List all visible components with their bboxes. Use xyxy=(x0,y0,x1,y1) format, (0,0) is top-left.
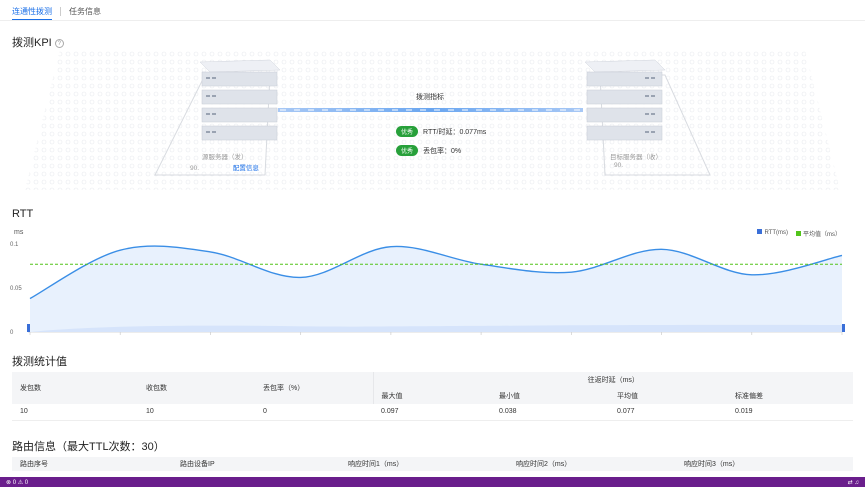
config-link[interactable]: 配置信息 xyxy=(233,165,259,172)
target-server-ip: 90. xyxy=(614,162,624,169)
col-std: 标准偏差 xyxy=(735,393,763,400)
status-bar: ⊗ 0 ⚠ 0 ⇄ ♫ xyxy=(0,477,865,487)
col-avg: 平均值 xyxy=(617,393,638,400)
route-table: 路由序号 路由设备IP 响应时间1（ms） 响应时间2（ms） 响应时间3（ms… xyxy=(12,457,853,471)
tab-divider xyxy=(60,7,61,16)
tab-connectivity[interactable]: 连通性拨测 xyxy=(12,4,52,20)
notification-icons[interactable]: ⇄ ♫ xyxy=(848,479,859,486)
kpi-diagram xyxy=(25,50,840,190)
rtt-title: RTT xyxy=(12,208,34,220)
rtt-area xyxy=(30,246,842,332)
y-tick-label: 0 xyxy=(10,330,14,336)
rtt-chart: 0 0.05 0.1 xyxy=(10,242,845,336)
zoom-handle-right xyxy=(842,324,845,332)
tab-underline xyxy=(0,20,865,21)
tab-bar: 连通性拨测 任务信息 xyxy=(12,4,109,20)
col-route-ip: 路由设备IP xyxy=(180,461,215,468)
tab-task-info[interactable]: 任务信息 xyxy=(69,4,101,20)
status-badge: 优秀 xyxy=(396,145,419,156)
col-min: 最小值 xyxy=(499,393,520,400)
stats-title: 拨测统计值 xyxy=(12,356,67,368)
col-route-seq: 路由序号 xyxy=(20,461,48,468)
stats-table: 发包数 收包数 丢包率（%） 往返时延（ms） 最大值 最小值 平均值 标准偏差… xyxy=(12,372,853,421)
col-loss: 丢包率（%） xyxy=(263,385,305,392)
col-received: 收包数 xyxy=(146,385,167,392)
problems-indicator[interactable]: ⊗ 0 ⚠ 0 xyxy=(6,479,28,486)
table-row: 10 10 0 0.097 0.038 0.077 0.019 xyxy=(12,404,853,420)
metric-loss: 优秀 丢包率：0% xyxy=(396,145,461,156)
col-resp-2: 响应时间2（ms） xyxy=(516,461,572,468)
center-label: 拨测指标 xyxy=(416,94,444,101)
y-tick-label: 0.05 xyxy=(10,286,22,292)
col-sent: 发包数 xyxy=(20,385,41,392)
target-server-icon xyxy=(584,59,666,141)
route-title: 路由信息（最大TTL次数：30） xyxy=(12,441,165,453)
source-server-icon xyxy=(199,59,281,141)
zoom-handle-left xyxy=(27,324,30,332)
col-resp-3: 响应时间3（ms） xyxy=(684,461,740,468)
col-max: 最大值 xyxy=(372,388,491,404)
source-server-ip: 90. 配置信息 xyxy=(190,165,259,172)
target-server-label: 目标服务器（收） xyxy=(610,154,662,161)
kpi-title: 拨测KPI? xyxy=(12,34,64,50)
metric-rtt: 优秀 RTT/时延：0.077ms xyxy=(396,126,486,137)
help-icon[interactable]: ? xyxy=(54,39,64,48)
y-tick-label: 0.1 xyxy=(10,242,19,248)
source-server-label: 源服务器（发） xyxy=(202,154,248,161)
col-rtt-group: 往返时延（ms） xyxy=(372,372,853,388)
status-badge: 优秀 xyxy=(396,126,419,137)
col-resp-1: 响应时间1（ms） xyxy=(348,461,404,468)
